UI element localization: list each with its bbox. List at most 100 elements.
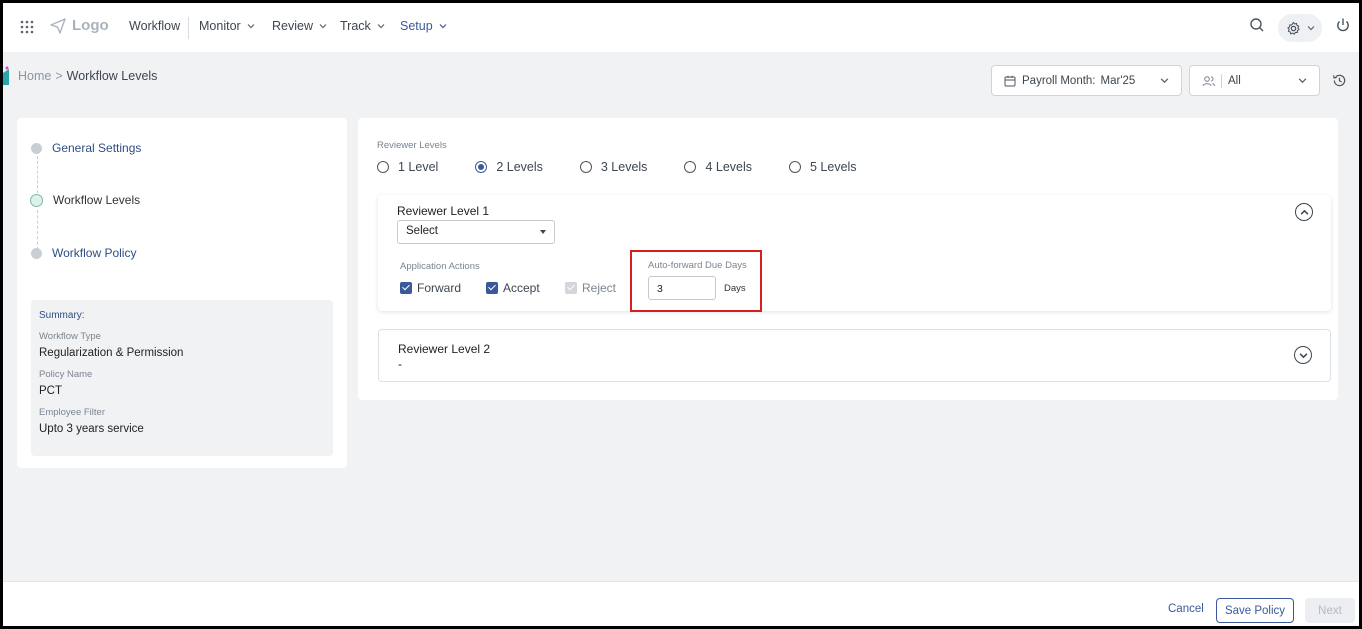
collapse-level-1-button[interactable] — [1295, 203, 1313, 221]
chevron-up-icon — [1300, 209, 1308, 215]
nav-monitor-label: Monitor — [199, 19, 241, 33]
radio-label: 3 Levels — [600, 160, 648, 174]
reviewer-level-2-card[interactable]: Reviewer Level 2 - — [378, 329, 1331, 382]
footer-bar: Cancel Save Policy Next — [3, 581, 1359, 626]
step-workflow-policy[interactable]: Workflow Policy — [31, 246, 136, 260]
step-dot-icon — [30, 193, 43, 207]
step-label: General Settings — [52, 141, 142, 155]
application-actions-label: Application Actions — [400, 261, 480, 272]
radio-circle-icon — [789, 161, 801, 173]
logo[interactable]: Logo — [50, 17, 109, 34]
workflow-type-value: Regularization & Permission — [39, 347, 184, 359]
reviewer-select[interactable]: Select — [397, 220, 555, 244]
auto-forward-days-input[interactable]: 3 — [648, 276, 716, 300]
breadcrumb-current: Workflow Levels — [66, 69, 158, 83]
auto-forward-days-value: 3 — [657, 283, 663, 295]
chevron-down-icon — [1160, 78, 1169, 84]
workflow-levels-panel: Reviewer Levels 1 Level 2 Levels 3 Level… — [358, 118, 1338, 400]
nav-setup[interactable]: Setup — [400, 19, 447, 33]
step-workflow-levels[interactable]: Workflow Levels — [30, 193, 140, 207]
radio-3-levels[interactable]: 3 Levels — [579, 160, 648, 174]
nav-workflow-label: Workflow — [129, 19, 181, 33]
reviewer-level-1-card: Reviewer Level 1 Select Application Acti… — [378, 195, 1331, 312]
employee-filter-label: Employee Filter — [39, 407, 105, 418]
chevron-down-icon — [1307, 26, 1314, 31]
radio-5-levels[interactable]: 5 Levels — [789, 160, 857, 174]
caret-down-icon — [540, 230, 546, 234]
radio-1-level[interactable]: 1 Level — [377, 160, 438, 174]
logo-text: Logo — [72, 17, 109, 34]
workflow-type-label: Workflow Type — [39, 331, 101, 342]
reviewer-level-2-value: - — [398, 357, 402, 371]
reviewer-select-value: Select — [406, 225, 438, 237]
summary-box: Summary: Workflow Type Regularization & … — [31, 300, 333, 456]
power-icon[interactable] — [1335, 17, 1351, 33]
chevron-down-icon — [377, 24, 385, 29]
cancel-button[interactable]: Cancel — [1168, 603, 1204, 615]
checkbox-checked-icon — [400, 282, 412, 294]
breadcrumb: Home > Workflow Levels — [18, 69, 157, 83]
nav-track[interactable]: Track — [340, 19, 385, 33]
reviewer-levels-label: Reviewer Levels — [377, 140, 447, 151]
nav-review[interactable]: Review — [272, 19, 327, 33]
dropdown-divider — [1221, 73, 1222, 88]
next-button[interactable]: Next — [1305, 598, 1355, 623]
chevron-down-icon — [1299, 352, 1307, 358]
step-connector — [37, 210, 38, 250]
reviewer-level-1-title: Reviewer Level 1 — [397, 204, 490, 218]
next-label: Next — [1318, 604, 1342, 617]
breadcrumb-home[interactable]: Home — [18, 69, 51, 83]
policy-name-label: Policy Name — [39, 369, 93, 380]
step-label: Workflow Policy — [52, 246, 137, 260]
checkbox-disabled-icon — [565, 282, 577, 294]
save-policy-label: Save Policy — [1224, 604, 1286, 617]
nav-setup-label: Setup — [400, 19, 433, 33]
payroll-month-value: Mar'25 — [1100, 74, 1136, 87]
payroll-month-label: Payroll Month: — [1022, 74, 1096, 87]
radio-circle-icon — [579, 161, 592, 173]
employee-group-value: All — [1228, 74, 1241, 87]
auto-forward-highlight: Auto-forward Due Days 3 Days — [630, 250, 762, 312]
save-policy-button[interactable]: Save Policy — [1216, 598, 1294, 623]
payroll-month-dropdown[interactable]: Payroll Month: Mar'25 — [991, 65, 1182, 96]
checkbox-label: Reject — [582, 281, 617, 295]
settings-menu[interactable] — [1278, 14, 1322, 42]
chevron-down-icon — [247, 24, 255, 29]
step-general-settings[interactable]: General Settings — [31, 141, 141, 155]
radio-circle-icon — [684, 161, 697, 173]
search-icon[interactable] — [1249, 17, 1265, 33]
policy-name-value: PCT — [39, 385, 62, 397]
forward-checkbox[interactable]: Forward — [400, 281, 461, 295]
radio-4-levels[interactable]: 4 Levels — [684, 160, 752, 174]
users-icon — [1202, 75, 1215, 86]
reviewer-levels-radio-group: 1 Level 2 Levels 3 Levels 4 Levels 5 Lev… — [377, 160, 894, 174]
nav-workflow[interactable]: Workflow — [129, 19, 180, 33]
radio-label: 2 Levels — [496, 160, 543, 174]
summary-title: Summary: — [39, 310, 85, 321]
radio-circle-icon — [377, 161, 389, 173]
reject-checkbox: Reject — [565, 281, 616, 295]
radio-2-levels[interactable]: 2 Levels — [475, 160, 543, 174]
steps-panel: General Settings Workflow Levels Workflo… — [17, 118, 347, 468]
app-frame: Logo Workflow Monitor Review Track Setup — [0, 0, 1362, 629]
accept-checkbox[interactable]: Accept — [486, 281, 540, 295]
checkbox-label: Forward — [417, 281, 462, 295]
employee-filter-value: Upto 3 years service — [39, 423, 144, 435]
checkbox-label: Accept — [503, 281, 540, 295]
checkbox-checked-icon — [486, 282, 498, 294]
chevron-down-icon — [319, 24, 327, 29]
step-dot-icon — [31, 142, 42, 154]
radio-circle-icon — [475, 161, 488, 173]
gear-icon — [1286, 21, 1300, 35]
accent-marker-icon — [3, 66, 9, 85]
apps-grid-icon[interactable] — [20, 20, 34, 34]
employee-group-dropdown[interactable]: All — [1189, 65, 1320, 96]
history-icon[interactable] — [1332, 73, 1347, 88]
breadcrumb-separator: > — [55, 69, 63, 83]
nav-monitor[interactable]: Monitor — [199, 19, 255, 33]
step-dot-icon — [31, 247, 42, 259]
expand-level-2-button[interactable] — [1294, 346, 1312, 364]
reviewer-level-2-title: Reviewer Level 2 — [398, 342, 491, 356]
chevron-down-icon — [439, 24, 447, 29]
auto-forward-label: Auto-forward Due Days — [648, 260, 747, 271]
